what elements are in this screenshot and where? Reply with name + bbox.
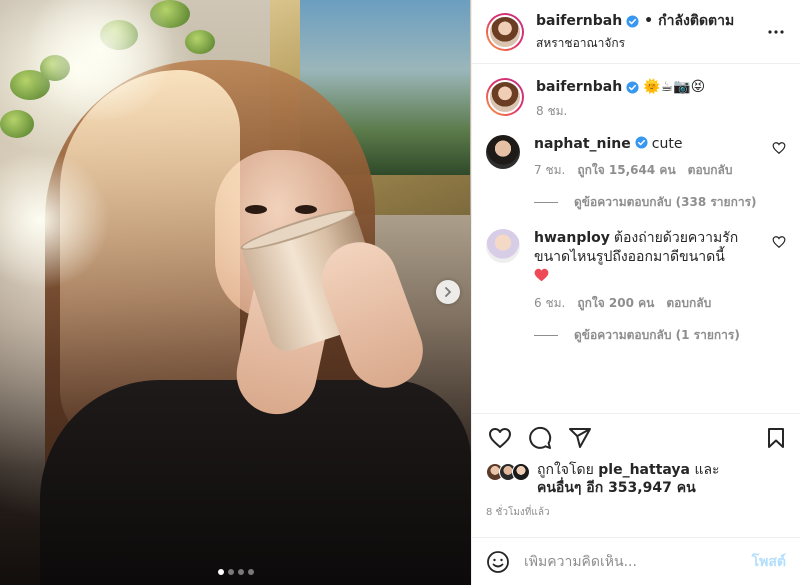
- next-photo-button[interactable]: [436, 280, 460, 304]
- post-photo[interactable]: [0, 0, 471, 585]
- comment-item: naphat_nine cute 7 ชม. ถูกใจ 15,644 คน ตอ…: [486, 135, 786, 178]
- add-comment-bar: โพสต์: [472, 537, 800, 585]
- more-icon: [768, 29, 784, 34]
- post-header: baifernbah • กำลังติดตาม สหราชอาณาจักร: [472, 0, 800, 64]
- share-icon: [569, 427, 591, 448]
- comment-time[interactable]: 7 ชม.: [534, 162, 565, 178]
- post-timestamp[interactable]: 8 ชั่วโมงที่แล้ว: [472, 497, 800, 527]
- verified-icon: [635, 136, 648, 149]
- view-replies-button[interactable]: ดูข้อความตอบกลับ (338 รายการ): [534, 194, 786, 211]
- post-comment-button[interactable]: โพสต์: [752, 551, 786, 573]
- avatar: [512, 463, 530, 481]
- comment-text: cute: [651, 136, 683, 152]
- comment-time[interactable]: 6 ชม.: [534, 295, 565, 311]
- more-options-button[interactable]: [764, 20, 788, 44]
- carousel-dot: [247, 569, 254, 575]
- action-bar: [472, 413, 800, 461]
- verified-icon: [626, 14, 639, 28]
- avatar[interactable]: [486, 135, 520, 169]
- heart-icon[interactable]: [772, 141, 786, 155]
- likes-summary: ถูกใจโดย ple_hattaya และ คนอื่นๆ อีก 353…: [472, 461, 800, 497]
- comments-section[interactable]: baifernbah 🌞☕📷😝 8 ชม. naphat_nine cute 7…: [472, 64, 800, 413]
- red-heart-icon: [534, 268, 549, 282]
- caption-time: 8 ชม.: [536, 104, 568, 118]
- carousel-dots: [0, 569, 471, 575]
- caption-text: 🌞☕📷😝: [643, 79, 706, 95]
- carousel-dot: [227, 569, 234, 575]
- heart-icon[interactable]: [772, 235, 786, 249]
- verified-icon: [626, 81, 639, 94]
- caption: baifernbah 🌞☕📷😝 8 ชม.: [486, 78, 786, 119]
- location-link[interactable]: สหราชอาณาจักร: [536, 34, 764, 53]
- avatar[interactable]: [486, 12, 524, 51]
- sweater: [40, 380, 471, 585]
- heart-icon: [489, 427, 511, 448]
- save-button[interactable]: [762, 424, 790, 452]
- reply-button[interactable]: ตอบกลับ: [688, 162, 733, 178]
- comment-likes[interactable]: ถูกใจ 15,644 คน: [577, 162, 675, 178]
- carousel-dot: [237, 569, 244, 575]
- comment-likes[interactable]: ถูกใจ 200 คน: [577, 295, 654, 311]
- post-viewer: baifernbah • กำลังติดตาม สหราชอาณาจักร b…: [0, 0, 800, 585]
- caption-username[interactable]: baifernbah: [536, 78, 622, 97]
- separator: •: [644, 13, 654, 29]
- like-button[interactable]: [486, 424, 514, 452]
- chevron-right-icon: [445, 287, 451, 297]
- others-likes-link[interactable]: คนอื่นๆ อีก 353,947 คน: [537, 480, 696, 496]
- comment-input[interactable]: [524, 553, 752, 570]
- comment-item: hwanploy ต้องถ่ายด้วยความรักขนาดไหนรูปถึง…: [486, 229, 786, 311]
- view-replies-button[interactable]: ดูข้อความตอบกลับ (1 รายการ): [534, 327, 786, 344]
- post-side-panel: baifernbah • กำลังติดตาม สหราชอาณาจักร b…: [471, 0, 800, 585]
- comment-button[interactable]: [526, 424, 554, 452]
- comment-username[interactable]: hwanploy: [534, 230, 610, 246]
- comment-icon: [529, 426, 552, 449]
- liker-username[interactable]: ple_hattaya: [598, 462, 690, 478]
- carousel-dot: [217, 569, 224, 575]
- comment-username[interactable]: naphat_nine: [534, 136, 631, 152]
- liker-avatars: [486, 463, 530, 481]
- bookmark-icon: [768, 427, 784, 448]
- avatar[interactable]: [486, 229, 520, 263]
- avatar[interactable]: [486, 78, 524, 116]
- following-button[interactable]: กำลังติดตาม: [658, 10, 734, 32]
- username-link[interactable]: baifernbah: [536, 13, 622, 29]
- heart-emoji: ❤️: [534, 268, 772, 287]
- share-button[interactable]: [566, 424, 594, 452]
- reply-button[interactable]: ตอบกลับ: [666, 295, 711, 311]
- emoji-icon[interactable]: [486, 550, 510, 574]
